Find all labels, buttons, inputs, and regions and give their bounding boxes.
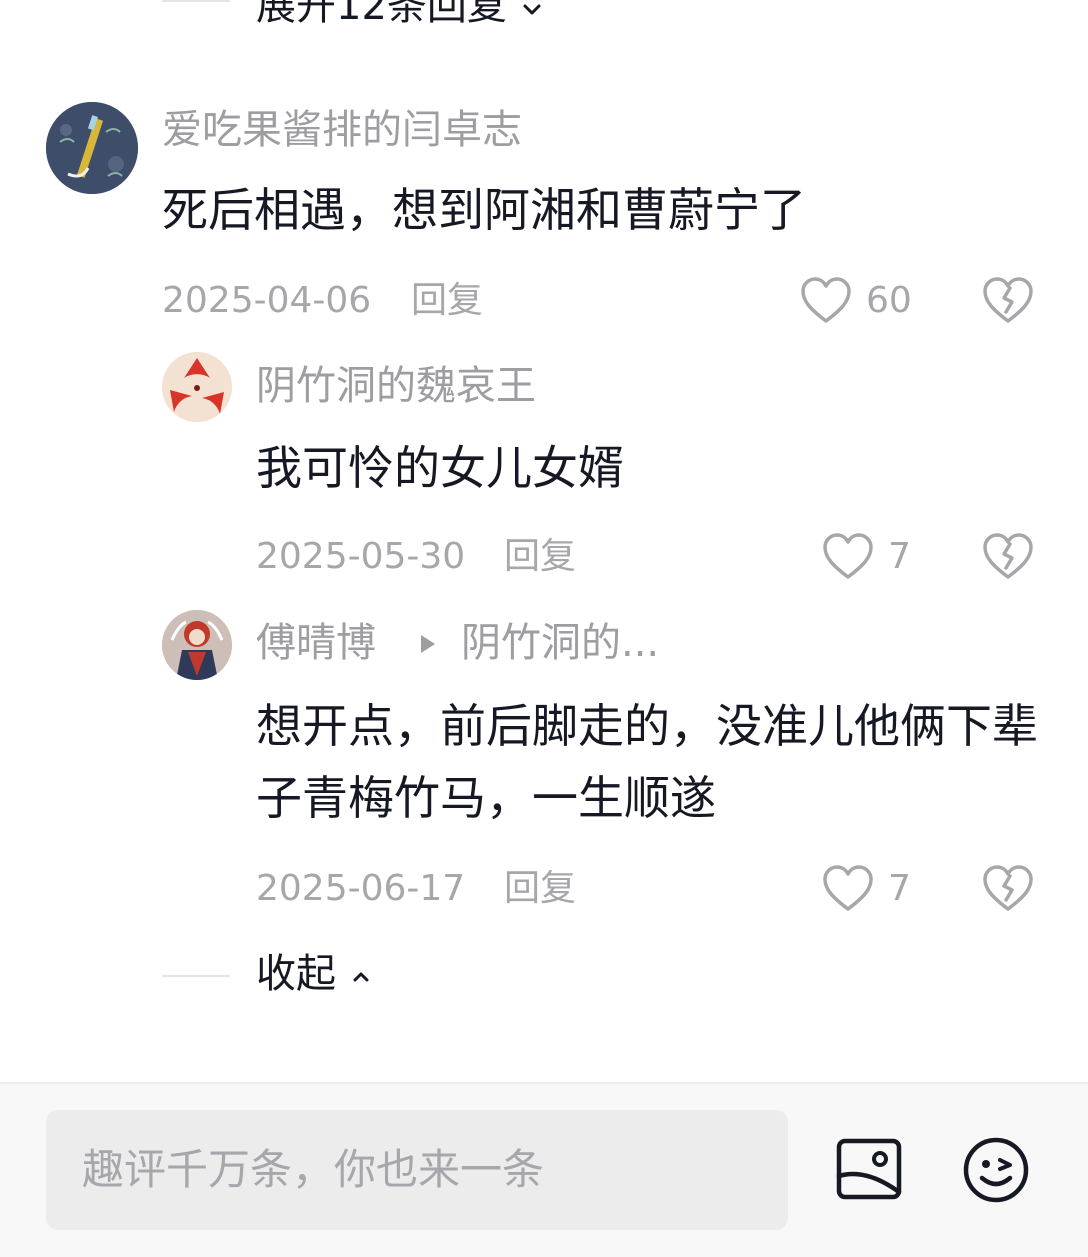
reply-dislike-button[interactable] bbox=[982, 864, 1034, 918]
collapse-divider bbox=[162, 975, 230, 977]
expand-replies-button[interactable]: 展开12条回复 bbox=[256, 0, 544, 32]
reply-content: 我可怜的女儿女婿 bbox=[256, 441, 624, 495]
reply-reply-button[interactable]: 回复 bbox=[504, 535, 576, 579]
comment-date: 2025-04-06 bbox=[162, 280, 372, 321]
collapse-label: 收起 bbox=[256, 951, 336, 997]
opera-character-avatar-icon bbox=[162, 610, 232, 680]
reply-username[interactable]: 傅晴博 bbox=[256, 619, 376, 667]
comment-reply-button[interactable]: 回复 bbox=[411, 279, 483, 323]
emoji-icon bbox=[963, 1137, 1029, 1203]
broken-heart-icon bbox=[983, 865, 1033, 911]
reply-username[interactable]: 阴竹洞的魏哀王 bbox=[256, 362, 536, 410]
reply-to-username[interactable]: 阴竹洞的... bbox=[461, 619, 659, 667]
heart-icon bbox=[801, 277, 851, 323]
broken-heart-icon bbox=[983, 533, 1033, 579]
comment-content: 死后相遇，想到阿湘和曹蔚宁了 bbox=[162, 183, 806, 237]
broken-heart-icon bbox=[983, 277, 1033, 323]
reply-date: 2025-05-30 bbox=[256, 536, 466, 577]
heart-icon bbox=[823, 865, 873, 911]
reply-reply-button[interactable]: 回复 bbox=[504, 867, 576, 911]
reply-like-count: 7 bbox=[888, 868, 911, 909]
comment-like-button[interactable] bbox=[800, 276, 852, 330]
reply-like-button[interactable] bbox=[822, 532, 874, 586]
reply-date: 2025-06-17 bbox=[256, 868, 466, 909]
reply-like-count: 7 bbox=[888, 536, 911, 577]
sword-avatar-icon bbox=[46, 102, 138, 194]
comment-like-count: 60 bbox=[866, 280, 912, 321]
comment-dislike-button[interactable] bbox=[982, 276, 1034, 330]
reply-content: 想开点，前后脚走的，没准儿他俩下辈子青梅竹马，一生顺遂 bbox=[256, 699, 1038, 825]
avatar[interactable] bbox=[162, 352, 232, 422]
image-picker-button[interactable] bbox=[836, 1138, 902, 1204]
chevron-down-icon bbox=[520, 0, 544, 32]
emoji-picker-button[interactable] bbox=[962, 1136, 1030, 1208]
comment-username[interactable]: 爱吃果酱排的闫卓志 bbox=[162, 106, 522, 154]
image-icon bbox=[836, 1138, 902, 1200]
avatar[interactable] bbox=[46, 102, 138, 194]
collapse-replies-button[interactable]: 收起 bbox=[256, 950, 373, 1000]
expand-divider bbox=[162, 0, 230, 2]
heart-icon bbox=[823, 533, 873, 579]
comment-input-bar bbox=[0, 1082, 1088, 1257]
avatar[interactable] bbox=[162, 610, 232, 680]
comment-input[interactable] bbox=[46, 1110, 788, 1230]
reply-dislike-button[interactable] bbox=[982, 532, 1034, 586]
red-fans-avatar-icon bbox=[162, 352, 232, 422]
expand-replies-label: 展开12条回复 bbox=[256, 0, 507, 29]
reply-like-button[interactable] bbox=[822, 864, 874, 918]
chevron-up-icon bbox=[349, 952, 373, 1000]
reply-to-arrow-icon bbox=[418, 632, 438, 660]
